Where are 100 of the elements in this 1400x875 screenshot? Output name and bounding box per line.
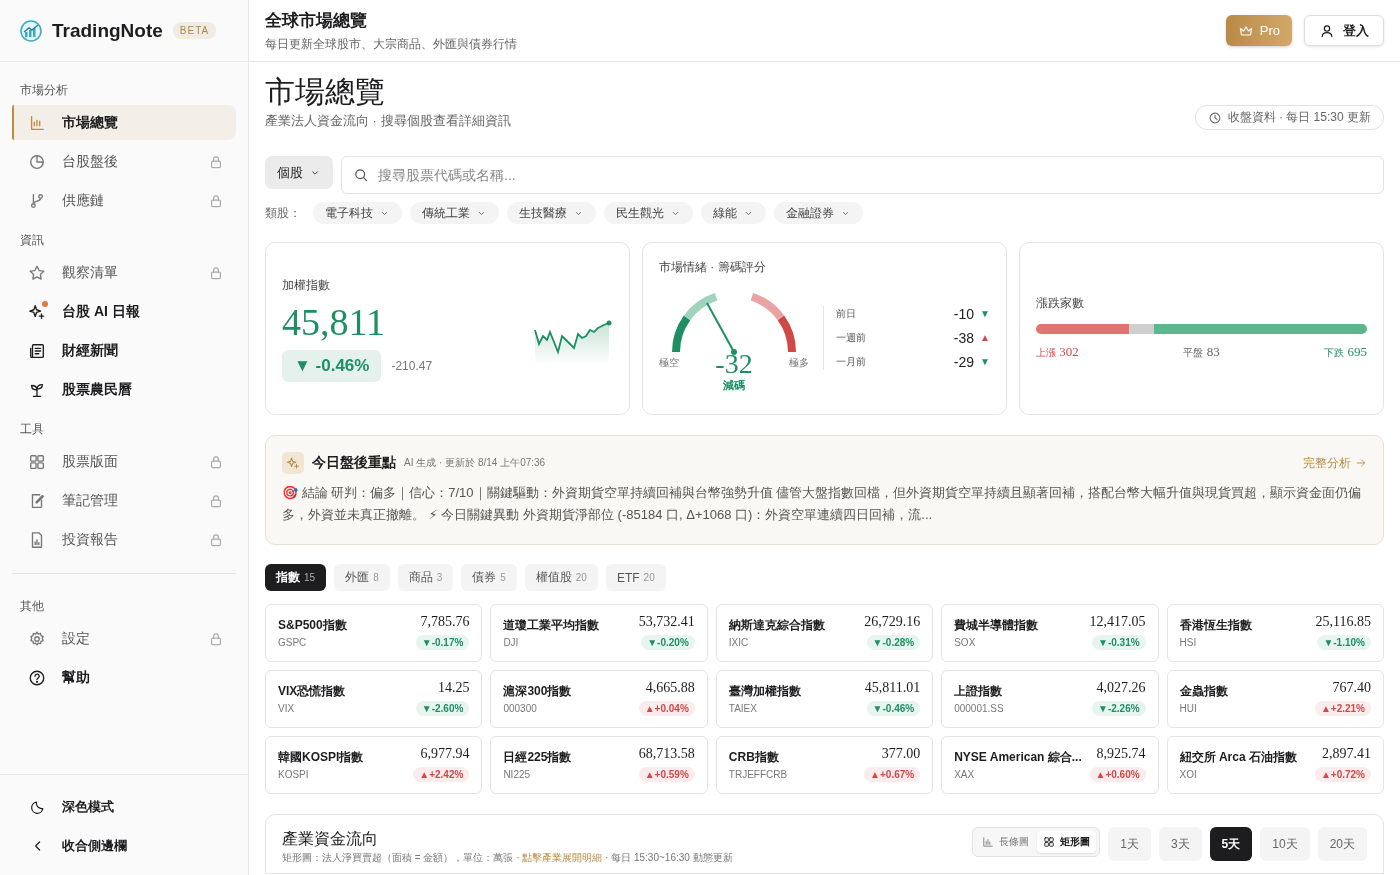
breadth-count: 平盤 83 [1183, 344, 1220, 360]
quote-card[interactable]: 道瓊工業平均指數 DJI 53,732.41 ▼-0.20% [490, 604, 708, 662]
sparkle-icon [28, 302, 46, 321]
change-badge: ▼-0.28% [866, 635, 921, 650]
section-heading: 市場分析 [19, 82, 69, 99]
search-icon [353, 167, 369, 183]
quote-name: 金蟲指數 [1179, 683, 1228, 700]
quote-name: CRB指數 [728, 749, 780, 766]
quote-value: 53,732.41 [638, 614, 695, 630]
sidebar-item[interactable]: 台股盤後 [12, 144, 236, 179]
quote-card[interactable]: 金蟲指數 HUI 767.40 ▲+2.21% [1166, 670, 1384, 728]
range-button[interactable]: 3天 [1158, 827, 1202, 861]
change-badge: ▼-0.31% [1092, 635, 1146, 650]
filter-label: 類股： [265, 204, 301, 222]
quote-card[interactable]: 香港恆生指數 HSI 25,116.85 ▼-1.10% [1166, 604, 1384, 662]
sidebar-item[interactable]: 台股 AI 日報 [12, 294, 236, 329]
quote-code: DJI [503, 637, 520, 648]
change-badge: ▼ -0.46% [282, 350, 382, 382]
sector-chip[interactable]: 民生觀光 [604, 202, 693, 224]
view-option[interactable]: 長條圖 [976, 831, 1036, 853]
quote-card[interactable]: NYSE American 綜合... XAX 8,925.74 ▲+0.60% [941, 736, 1159, 794]
summary-meta: AI 生成 · 更新於 8/14 上午07:36 [404, 456, 547, 470]
quote-card[interactable]: 日經225指數 NI225 68,713.58 ▲+0.59% [490, 736, 708, 794]
sidebar-item[interactable]: 市場總覽 [12, 105, 236, 140]
quote-card[interactable]: 臺灣加權指數 TAIEX 45,811.01 ▼-0.46% [715, 670, 934, 728]
quote-card[interactable]: 費城半導體指數 SOX 12,417.05 ▼-0.31% [941, 604, 1159, 662]
quote-card[interactable]: VIX恐慌指數 VIX 14.25 ▼-2.60% [265, 670, 483, 728]
view-option[interactable]: 矩形圖 [1037, 831, 1097, 853]
quote-name: 費城半導體指數 [954, 617, 1039, 634]
sector-chip[interactable]: 綠能 [701, 202, 766, 224]
lock-icon [208, 453, 224, 470]
sidebar-item[interactable]: 股票版面 [12, 444, 236, 479]
section-heading: 工具 [19, 421, 45, 438]
quote-card[interactable]: S&P500指數 GSPC 7,785.76 ▼-0.17% [265, 604, 483, 662]
lock-icon [208, 531, 224, 548]
scope-dropdown[interactable]: 個股 [265, 156, 333, 189]
sidebar-item[interactable]: 幫助 [12, 660, 236, 695]
grid-icon [1043, 836, 1056, 848]
sidebar-item[interactable]: 觀察清單 [12, 255, 236, 290]
bar-chart-icon [982, 836, 995, 848]
lock-icon [208, 630, 224, 647]
quote-value: 12,417.05 [1089, 614, 1146, 630]
collapse-sidebar-button[interactable]: 收合側邊欄 [12, 826, 236, 865]
quote-code: 000001.SS [954, 703, 1004, 714]
lock-icon [208, 264, 224, 281]
bar-chart-icon [28, 113, 46, 132]
newspaper-icon [28, 341, 46, 360]
quote-card[interactable]: 滬深300指數 000300 4,665.88 ▲+0.04% [490, 670, 708, 728]
quote-code: 000300 [503, 703, 538, 714]
search-field[interactable]: 搜尋股票代碼或名稱... [341, 156, 1384, 194]
change-badge: ▲+0.67% [864, 767, 921, 782]
quote-value: 6,977.94 [420, 746, 470, 762]
sidebar-item[interactable]: 投資報告 [12, 522, 236, 557]
quote-value: 8,925.74 [1096, 746, 1146, 762]
category-tab[interactable]: 債券 5 [461, 564, 517, 591]
sidebar-item[interactable]: 財經新聞 [12, 333, 236, 368]
quote-card[interactable]: 納斯達克綜合指數 IXIC 26,729.16 ▼-0.28% [715, 604, 934, 662]
category-tab[interactable]: ETF 20 [605, 564, 666, 591]
quote-code: VIX [278, 703, 296, 714]
sector-chip[interactable]: 生技醫療 [507, 202, 596, 224]
category-tab[interactable]: 商品 3 [397, 564, 454, 591]
quote-card[interactable]: 韓國KOSPI指數 KOSPI 6,977.94 ▲+2.42% [265, 736, 483, 794]
quote-card[interactable]: 紐交所 Arca 石油指數 XOI 2,897.41 ▲+0.72% [1166, 736, 1384, 794]
category-tab[interactable]: 指數 15 [265, 564, 327, 591]
sentiment-verdict: 減碼 [723, 378, 745, 393]
history-value: -29 [953, 353, 975, 370]
range-button[interactable]: 5天 [1209, 827, 1253, 861]
sector-chip[interactable]: 金融證券 [774, 202, 863, 224]
section-heading: 其他 [19, 598, 45, 615]
quote-code: GSPC [278, 637, 308, 648]
sidebar-item[interactable]: 供應鏈 [12, 183, 236, 218]
quote-value: 26,729.16 [864, 614, 921, 630]
quote-name: 臺灣加權指數 [728, 683, 801, 700]
quote-value: 68,713.58 [638, 746, 695, 762]
history-label: 一週前 [836, 330, 867, 345]
sector-chip[interactable]: 電子科技 [313, 202, 402, 224]
change-badge: ▼-2.26% [1092, 701, 1146, 716]
quote-code: KOSPI [278, 769, 310, 780]
quote-card[interactable]: CRB指數 TRJEFFCRB 377.00 ▲+0.67% [715, 736, 934, 794]
range-button[interactable]: 20天 [1317, 827, 1367, 861]
sidebar-item[interactable]: 股票農民曆 [12, 372, 236, 407]
category-tab[interactable]: 外匯 8 [334, 564, 390, 591]
category-tab[interactable]: 權值股 20 [524, 564, 598, 591]
settings-icon [28, 629, 46, 648]
quote-code: IXIC [728, 637, 750, 648]
star-icon [28, 263, 46, 282]
clock-icon [1207, 110, 1222, 125]
range-button[interactable]: 1天 [1108, 827, 1151, 861]
section-heading: 資訊 [19, 232, 45, 249]
sidebar-item[interactable]: 設定 [12, 621, 236, 656]
range-button[interactable]: 10天 [1260, 827, 1310, 861]
quote-card[interactable]: 上證指數 000001.SS 4,027.26 ▼-2.26% [941, 670, 1159, 728]
dark-mode-toggle[interactable]: 深色模式 [12, 787, 236, 826]
quote-name: 紐交所 Arca 石油指數 [1179, 749, 1297, 766]
sector-chip[interactable]: 傳統工業 [410, 202, 499, 224]
sidebar-item[interactable]: 筆記管理 [12, 483, 236, 518]
user-icon [1319, 22, 1335, 39]
login-button[interactable]: 登入 [1304, 15, 1384, 46]
sentiment-score: -32 [715, 350, 753, 378]
quote-value: 2,897.41 [1322, 746, 1371, 762]
